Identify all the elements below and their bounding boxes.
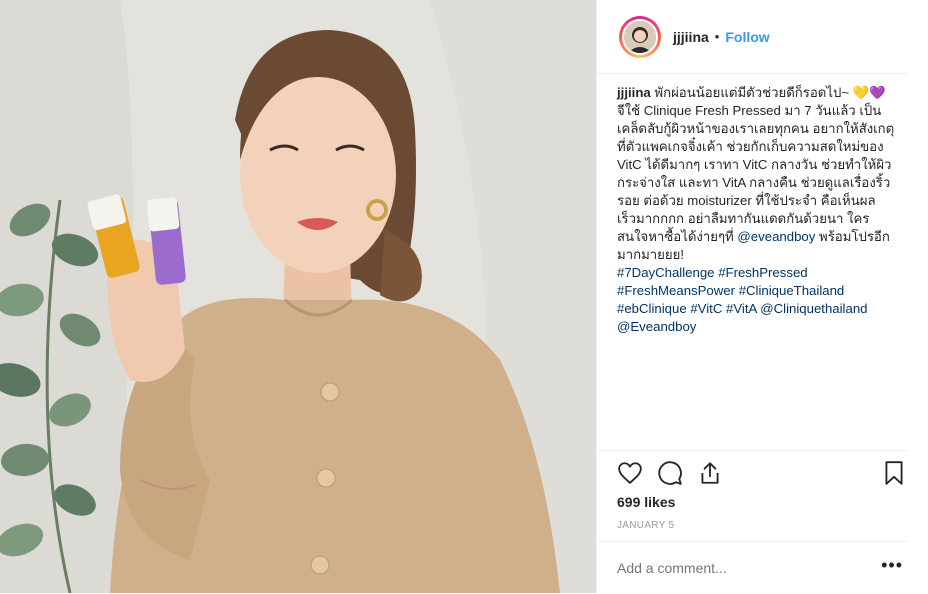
comment-bar: •••	[597, 541, 907, 594]
separator-dot: •	[714, 29, 720, 44]
header-username[interactable]: jjjiina	[673, 29, 709, 45]
likes-count[interactable]: 699 likes	[617, 494, 675, 510]
hashtag-link[interactable]: #7DayChallenge	[617, 265, 715, 280]
hashtag-link[interactable]: #VitC	[690, 301, 722, 316]
caption-line-9: สนใจหาซื้อได้ง่ายๆที่ @eveandboy พร้อมโป…	[617, 228, 907, 246]
post-header: jjjiina • Follow	[597, 0, 907, 74]
caption-line-1: jjjiina พักผ่อนน้อยแต่มีตัวช่วยดีก็รอดไป…	[617, 84, 907, 102]
hashtag-link[interactable]: #CliniqueThailand	[739, 283, 845, 298]
caption-username[interactable]: jjjiina	[617, 85, 651, 100]
caption-text: พร้อมโปรอีก	[815, 229, 890, 244]
more-options-icon[interactable]: •••	[881, 555, 903, 576]
comment-icon[interactable]	[657, 460, 683, 486]
caption-line-3: เคล็ดลับกู้ผิวหน้าของเราเลยทุกคน อยากให้…	[617, 121, 895, 136]
caption-line-2: จีใช้ Clinique Fresh Pressed มา 7 วันแล้…	[617, 103, 882, 118]
caption-line-8: เร็วมากกกก อย่าลืมทากันแดดกันด้วยนา ใคร	[617, 211, 870, 226]
caption-text: สนใจหาซื้อได้ง่ายๆที่	[617, 229, 734, 244]
action-bar	[617, 458, 907, 490]
hashtag-link[interactable]: #FreshMeansPower	[617, 283, 735, 298]
hashtag-line-4: @Eveandboy	[617, 318, 907, 336]
caption-line-5: VitC ได้ดีมากๆ เราทา VitC กลางวัน ช่วยทำ…	[617, 157, 892, 172]
avatar[interactable]	[622, 18, 658, 55]
caption-line-4: ที่ตัวแพคเกจจิ๋งเค้า ช่วยกักเก็บความสดให…	[617, 139, 884, 154]
mention-link[interactable]: @Eveandboy	[617, 319, 696, 334]
caption-text: พักผ่อนน้อยแต่มีตัวช่วยดีก็รอดไป~ 💛💜	[654, 85, 886, 100]
hashtag-link[interactable]: #ebClinique	[617, 301, 687, 316]
hashtag-line-2: #FreshMeansPower #CliniqueThailand	[617, 282, 907, 300]
story-ring[interactable]	[619, 15, 661, 58]
share-icon[interactable]	[697, 460, 723, 486]
actions-divider	[597, 450, 907, 452]
mention-link[interactable]: @eveandboy	[737, 229, 815, 244]
hashtag-link[interactable]: #FreshPressed	[718, 265, 807, 280]
post-caption: jjjiina พักผ่อนน้อยแต่มีตัวช่วยดีก็รอดไป…	[617, 84, 907, 336]
heart-icon[interactable]	[617, 460, 643, 486]
post-date[interactable]: JANUARY 5	[617, 520, 674, 531]
post-sidebar: jjjiina • Follow jjjiina พักผ่อนน้อยแต่ม…	[596, 0, 928, 593]
hashtag-line-3: #ebClinique #VitC #VitA @Cliniquethailan…	[617, 300, 907, 318]
bookmark-icon[interactable]	[881, 460, 907, 486]
hashtag-link[interactable]: #VitA	[726, 301, 757, 316]
caption-line-7: รอย ต่อด้วย moisturizer ที่ใช้ประจำ คือเ…	[617, 193, 876, 208]
caption-line-10: มากมายยย!	[617, 247, 685, 262]
post-photo[interactable]	[0, 0, 596, 593]
follow-button[interactable]: Follow	[725, 29, 769, 45]
instagram-post: jjjiina • Follow jjjiina พักผ่อนน้อยแต่ม…	[0, 0, 928, 593]
mention-link[interactable]: @Cliniquethailand	[760, 301, 867, 316]
hashtag-line-1: #7DayChallenge #FreshPressed	[617, 264, 907, 282]
caption-line-6: กระจ่างใส และทา VitA กลางคืน ช่วยดูแลเรื…	[617, 175, 891, 190]
comment-input[interactable]	[617, 560, 857, 576]
photo-illustration	[0, 0, 596, 593]
